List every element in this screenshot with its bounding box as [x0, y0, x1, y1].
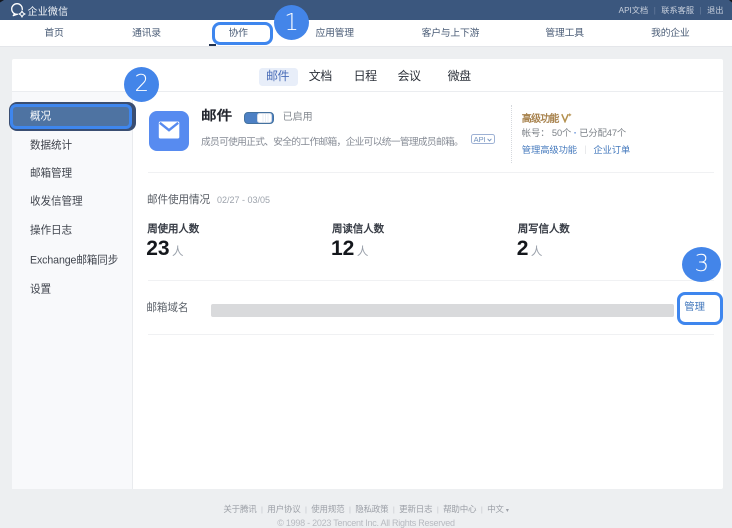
sidebar-item-operation-log[interactable]: 操作日志 [30, 222, 72, 237]
footer-link[interactable]: 关于腾讯 [223, 504, 256, 514]
premium-account-info: 帐号： 50个 · 已分配47个 [522, 128, 626, 138]
envelope-icon [149, 111, 189, 151]
stat-value: 23人 [146, 238, 183, 259]
premium-separator [511, 105, 512, 163]
sidebar-item-mailbox-management[interactable]: 邮箱管理 [30, 166, 72, 181]
annotation-box-collaboration [212, 22, 272, 46]
footer-link[interactable]: 隐私政策 [355, 504, 388, 514]
sidebar-item-settings[interactable]: 设置 [30, 281, 51, 296]
stat-unit: 人 [531, 246, 543, 258]
nav-item-app-management[interactable]: 应用管理 [315, 20, 353, 46]
stat-value: 2人 [517, 238, 543, 259]
annotation-step-3: 3 [682, 247, 721, 282]
annotation-box-overview [10, 104, 132, 129]
footer-separator: | [349, 505, 351, 514]
toggle-knob [257, 113, 272, 123]
stat-label: 周读信人数 [332, 224, 384, 235]
wecom-admin-page: 企业微信 API文档 | 联系客服 | 退出 首页 通讯录 协作 应用管理 客户… [0, 0, 732, 527]
account-count: 帐号： 50个 [522, 128, 571, 138]
topbar-separator: | [654, 6, 656, 15]
premium-links: 管理高级功能 ｜ 企业订单 [522, 145, 630, 155]
premium-v-icon [561, 113, 572, 123]
footer-separator: | [393, 505, 395, 514]
footer-separator: | [305, 505, 307, 514]
annotation-box-manage [677, 292, 723, 325]
usage-heading: 邮件使用情况 02/27 - 03/05 [147, 195, 270, 206]
nav-item-contacts[interactable]: 通讯录 [132, 20, 161, 46]
wecom-logo-icon [10, 2, 26, 18]
company-orders-link[interactable]: 企业订单 [593, 145, 630, 155]
sidebar-item-statistics[interactable]: 数据统计 [30, 138, 72, 153]
nav-item-customers[interactable]: 客户与上下游 [422, 20, 480, 46]
stat-label: 周使用人数 [147, 224, 199, 235]
sidebar-item-send-receive[interactable]: 收发信管理 [30, 193, 82, 208]
dot-separator: · [574, 128, 577, 138]
copyright: © 1998 - 2023 Tencent Inc. All Rights Re… [0, 518, 732, 528]
brand-name: 企业微信 [28, 3, 69, 18]
stat-number: 23 [146, 237, 169, 260]
footer-links: 关于腾讯 | 用户协议 | 使用规范 | 隐私政策 | 更新日志 | 帮助中心 | 中文 ▾ [0, 504, 732, 515]
footer-separator: | [481, 505, 483, 514]
language-selector[interactable]: 中文 ▾ [487, 504, 509, 514]
sidebar-item-overview[interactable]: 概况 [30, 109, 51, 124]
domain-label: 邮箱域名 [146, 303, 188, 314]
stat-unit: 人 [172, 246, 184, 258]
divider [148, 334, 715, 335]
assigned-count: 已分配47个 [579, 128, 626, 138]
usage-heading-text: 邮件使用情况 [147, 194, 210, 206]
stat-unit: 人 [357, 246, 369, 258]
page-footer: 关于腾讯 | 用户协议 | 使用规范 | 隐私政策 | 更新日志 | 帮助中心 | 中文 ▾ © 199… [0, 504, 732, 528]
chevron-down-icon: ▾ [506, 508, 509, 514]
sidebar-item-exchange-sync[interactable]: Exchange邮箱同步 [30, 252, 118, 267]
main-navbar: 首页 通讯录 协作 应用管理 客户与上下游 管理工具 我的企业 [0, 20, 732, 47]
annotation-step-1: 1 [274, 5, 309, 40]
stat-number: 12 [331, 237, 354, 260]
active-nav-indicator [209, 44, 217, 46]
nav-item-admin-tools[interactable]: 管理工具 [545, 20, 583, 46]
stat-label: 周写信人数 [518, 224, 570, 235]
footer-separator: | [437, 505, 439, 514]
api-docs-link[interactable]: API文档 [619, 4, 649, 16]
contact-support-link[interactable]: 联系客服 [661, 4, 694, 16]
mail-sidebar: 概况 数据统计 邮箱管理 收发信管理 操作日志 Exchange邮箱同步 设置 [12, 92, 133, 489]
topbar-separator: | [700, 6, 702, 15]
mail-enabled-toggle[interactable] [244, 112, 274, 124]
mail-app-icon [149, 111, 189, 151]
stat-number: 2 [517, 237, 529, 260]
api-tag-label: API [474, 135, 486, 144]
mail-description-text: 成员可使用正式、安全的工作邮箱，企业可以统一管理成员邮箱。 [201, 137, 463, 148]
toggle-state-label: 已启用 [283, 111, 313, 123]
premium-title-text: 高级功能 [522, 114, 559, 125]
mail-overview-panel: 邮件 已启用 成员可使用正式、安全的工作邮箱，企业可以统一管理成员邮箱。 API… [134, 59, 711, 489]
divider [148, 172, 715, 173]
footer-link[interactable]: 帮助中心 [443, 504, 476, 514]
topbar: 企业微信 API文档 | 联系客服 | 退出 [0, 0, 732, 20]
api-dropdown-tag[interactable]: API [471, 134, 495, 145]
topbar-links: API文档 | 联系客服 | 退出 [619, 0, 724, 20]
nav-item-home[interactable]: 首页 [44, 20, 63, 46]
footer-separator: | [261, 505, 263, 514]
link-separator: ｜ [581, 145, 589, 155]
footer-link[interactable]: 更新日志 [399, 504, 432, 514]
manage-premium-link[interactable]: 管理高级功能 [522, 145, 577, 155]
footer-link[interactable]: 使用规范 [311, 504, 344, 514]
mail-description: 成员可使用正式、安全的工作邮箱，企业可以统一管理成员邮箱。 [201, 134, 463, 148]
usage-date-range: 02/27 - 03/05 [217, 195, 270, 205]
brand[interactable]: 企业微信 [10, 0, 69, 20]
domain-redacted-bar [211, 304, 675, 317]
divider [148, 280, 715, 281]
mail-title: 邮件 [201, 109, 232, 122]
premium-title: 高级功能 [522, 113, 572, 123]
logout-link[interactable]: 退出 [707, 4, 723, 16]
footer-link[interactable]: 用户协议 [267, 504, 300, 514]
nav-item-my-company[interactable]: 我的企业 [651, 20, 689, 46]
chevron-down-icon [487, 138, 492, 142]
stat-value: 12人 [331, 238, 368, 259]
